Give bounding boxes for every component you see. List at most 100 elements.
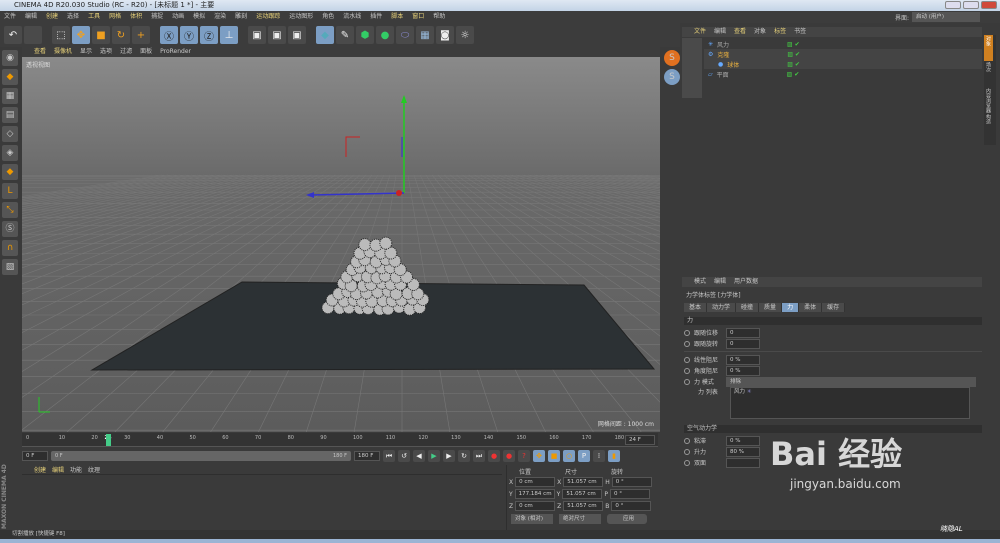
coord-size-field[interactable]: 51.057 cm: [563, 501, 604, 511]
visibility-check-icon[interactable]: ▨ ✔: [787, 61, 800, 68]
coord-pos-field[interactable]: 0 cm: [515, 477, 556, 487]
animate-radio[interactable]: [684, 448, 690, 455]
size-mode-dropdown[interactable]: 绝对尺寸: [559, 514, 601, 524]
scale-icon[interactable]: ■: [92, 26, 110, 44]
start-frame-field[interactable]: 0 F: [22, 451, 48, 461]
tweak-icon[interactable]: ⤡: [2, 202, 18, 218]
next-key-icon[interactable]: ↻: [458, 450, 470, 462]
animate-radio[interactable]: [684, 437, 690, 444]
render-picture-viewer-icon[interactable]: ▣: [268, 26, 286, 44]
menu-11[interactable]: 雕刻: [235, 11, 247, 23]
render-view-icon[interactable]: ▣: [248, 26, 266, 44]
coord-size-field[interactable]: 51.057 cm: [563, 477, 604, 487]
coord-pos-field[interactable]: 0 cm: [515, 501, 556, 511]
force-list-item[interactable]: 风力: [734, 389, 745, 395]
menu-15[interactable]: 流水线: [343, 11, 361, 23]
frame-display[interactable]: 24 F: [625, 435, 655, 445]
key-param-icon[interactable]: P: [578, 450, 590, 462]
menu-12[interactable]: 运动跟踪: [256, 11, 280, 23]
light-icon[interactable]: ☼: [456, 26, 474, 44]
layout-value[interactable]: 启动 (用户): [912, 12, 981, 22]
object-row[interactable]: ● 球体 ▨ ✔: [704, 59, 982, 69]
magnet-icon[interactable]: ∩: [2, 240, 18, 256]
prev-frame-icon[interactable]: ◀: [413, 450, 425, 462]
snap-s2-icon[interactable]: S: [664, 69, 680, 85]
object-row[interactable]: ✳ 风力 ▨ ✔: [704, 39, 982, 49]
menu-17[interactable]: 脚本: [391, 11, 403, 23]
menu-14[interactable]: 角色: [322, 11, 334, 23]
menu-2[interactable]: 创建: [46, 11, 58, 23]
apply-button[interactable]: 应用: [607, 514, 647, 524]
coordinate-mode-dropdown[interactable]: 对象 (相对): [511, 514, 553, 524]
menu-0[interactable]: 文件: [4, 11, 16, 23]
menu-7[interactable]: 捕捉: [151, 11, 163, 23]
menu-1[interactable]: 编辑: [25, 11, 37, 23]
attr-tab-6[interactable]: 缓存: [822, 303, 846, 312]
viewport-menu-4[interactable]: 过滤: [120, 47, 132, 57]
field-value[interactable]: [726, 457, 760, 468]
polygons-mode-icon[interactable]: ◆: [2, 164, 18, 180]
z-axis-icon[interactable]: Ⓩ: [200, 26, 218, 44]
range-slider[interactable]: 0 F 180 F: [51, 451, 351, 461]
autokey-icon[interactable]: ●: [503, 450, 515, 462]
coordinate-system-icon[interactable]: ⊥: [220, 26, 238, 44]
floor-icon[interactable]: ▦: [416, 26, 434, 44]
field-value[interactable]: 0: [726, 327, 760, 338]
attributes-menu-2[interactable]: 用户数据: [734, 277, 758, 287]
object-manager-tab-3[interactable]: 对象: [754, 27, 766, 37]
attr-tab-3[interactable]: 质量: [759, 303, 783, 312]
perspective-viewport[interactable]: 透视视图 网格间距 : 1000 cm: [22, 57, 660, 432]
attributes-menu-0[interactable]: 模式: [694, 277, 706, 287]
make-editable-icon[interactable]: ◉: [2, 50, 18, 66]
axis-mode-icon[interactable]: L: [2, 183, 18, 199]
lock-workplane-icon[interactable]: ▧: [2, 259, 18, 275]
deformer-icon[interactable]: ⬭: [396, 26, 414, 44]
viewport-menu-1[interactable]: 摄像机: [54, 47, 72, 57]
field-value[interactable]: 0 %: [726, 365, 760, 376]
side-tab-0[interactable]: 对象: [984, 35, 993, 61]
animate-radio[interactable]: [684, 356, 690, 363]
menu-5[interactable]: 网格: [109, 11, 121, 23]
texture-mode-icon[interactable]: ▦: [2, 88, 18, 104]
attr-tab-5[interactable]: 柔体: [799, 303, 823, 312]
redo-icon[interactable]: [24, 26, 42, 44]
object-row[interactable]: ⚙ 克隆 ▨ ✔: [704, 49, 982, 59]
playhead[interactable]: [106, 434, 111, 446]
layout-selector[interactable]: 界面: 启动 (用户): [895, 12, 981, 22]
recent-tool-icon[interactable]: +: [132, 26, 150, 44]
render-settings-icon[interactable]: ▣: [288, 26, 306, 44]
next-frame-icon[interactable]: ▶: [443, 450, 455, 462]
material-menu-2[interactable]: 功能: [70, 468, 82, 474]
x-axis-icon[interactable]: Ⓧ: [160, 26, 178, 44]
edges-mode-icon[interactable]: ◈: [2, 145, 18, 161]
object-name[interactable]: 球体: [727, 60, 767, 69]
animate-radio[interactable]: [684, 340, 690, 347]
object-manager-tab-4[interactable]: 标签: [774, 27, 786, 37]
key-position-icon[interactable]: ✥: [533, 450, 545, 462]
visibility-check-icon[interactable]: ▨ ✔: [787, 51, 800, 58]
object-manager-tab-1[interactable]: 编辑: [714, 27, 726, 37]
attr-tab-4[interactable]: 力: [782, 303, 800, 312]
undo-icon[interactable]: ↶: [4, 26, 22, 44]
animate-radio[interactable]: [684, 367, 690, 374]
object-row[interactable]: ▱ 平面 ▨ ✔: [704, 69, 982, 79]
object-name[interactable]: 风力: [717, 40, 757, 49]
viewport-menu-3[interactable]: 选项: [100, 47, 112, 57]
visibility-check-icon[interactable]: ▨ ✔: [787, 71, 800, 78]
minimize-button[interactable]: [945, 1, 961, 9]
menu-10[interactable]: 渲染: [214, 11, 226, 23]
go-to-start-icon[interactable]: ⏮: [383, 450, 395, 462]
y-axis-icon[interactable]: Ⓨ: [180, 26, 198, 44]
viewport-menu-6[interactable]: ProRender: [160, 47, 191, 57]
menu-6[interactable]: 体积: [130, 11, 142, 23]
menu-4[interactable]: 工具: [88, 11, 100, 23]
field-value[interactable]: 0: [726, 338, 760, 349]
prev-key-icon[interactable]: ↺: [398, 450, 410, 462]
field-value[interactable]: 0 %: [726, 435, 760, 446]
side-tab-1[interactable]: 场次: [984, 61, 993, 87]
pen-icon[interactable]: ✎: [336, 26, 354, 44]
animate-radio[interactable]: [684, 378, 690, 385]
cube-icon[interactable]: ◆: [316, 26, 334, 44]
object-name[interactable]: 平面: [717, 70, 757, 79]
end-frame-field[interactable]: 180 F: [354, 451, 380, 461]
